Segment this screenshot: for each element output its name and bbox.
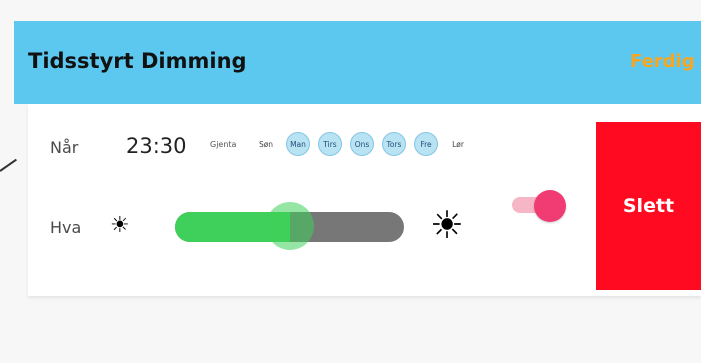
day-sun[interactable]: Søn xyxy=(254,132,278,156)
sun-large-icon: ☀ xyxy=(430,203,465,247)
repeat-label: Gjenta xyxy=(210,140,237,149)
enable-toggle-knob[interactable] xyxy=(534,190,566,222)
time-value[interactable]: 23:30 xyxy=(126,134,187,158)
sun-small-icon: ☀ xyxy=(110,213,130,238)
when-label: Når xyxy=(50,138,79,157)
day-tue[interactable]: Tirs xyxy=(318,132,342,156)
day-mon[interactable]: Man xyxy=(286,132,310,156)
delete-button[interactable]: Slett xyxy=(596,122,701,290)
page-title: Tidsstyrt Dimming xyxy=(28,49,247,73)
stray-line xyxy=(0,158,17,172)
schedule-card: Når 23:30 Gjenta Søn Man Tirs Ons Tors F… xyxy=(28,104,701,296)
day-fri[interactable]: Fre xyxy=(414,132,438,156)
what-label: Hva xyxy=(50,218,82,237)
day-sat[interactable]: Lør xyxy=(446,132,470,156)
day-wed[interactable]: Ons xyxy=(350,132,374,156)
day-thu[interactable]: Tors xyxy=(382,132,406,156)
brightness-slider-thumb[interactable] xyxy=(266,202,314,250)
done-button[interactable]: Ferdig xyxy=(630,51,695,72)
header-bar: Tidsstyrt Dimming Ferdig xyxy=(14,21,701,104)
